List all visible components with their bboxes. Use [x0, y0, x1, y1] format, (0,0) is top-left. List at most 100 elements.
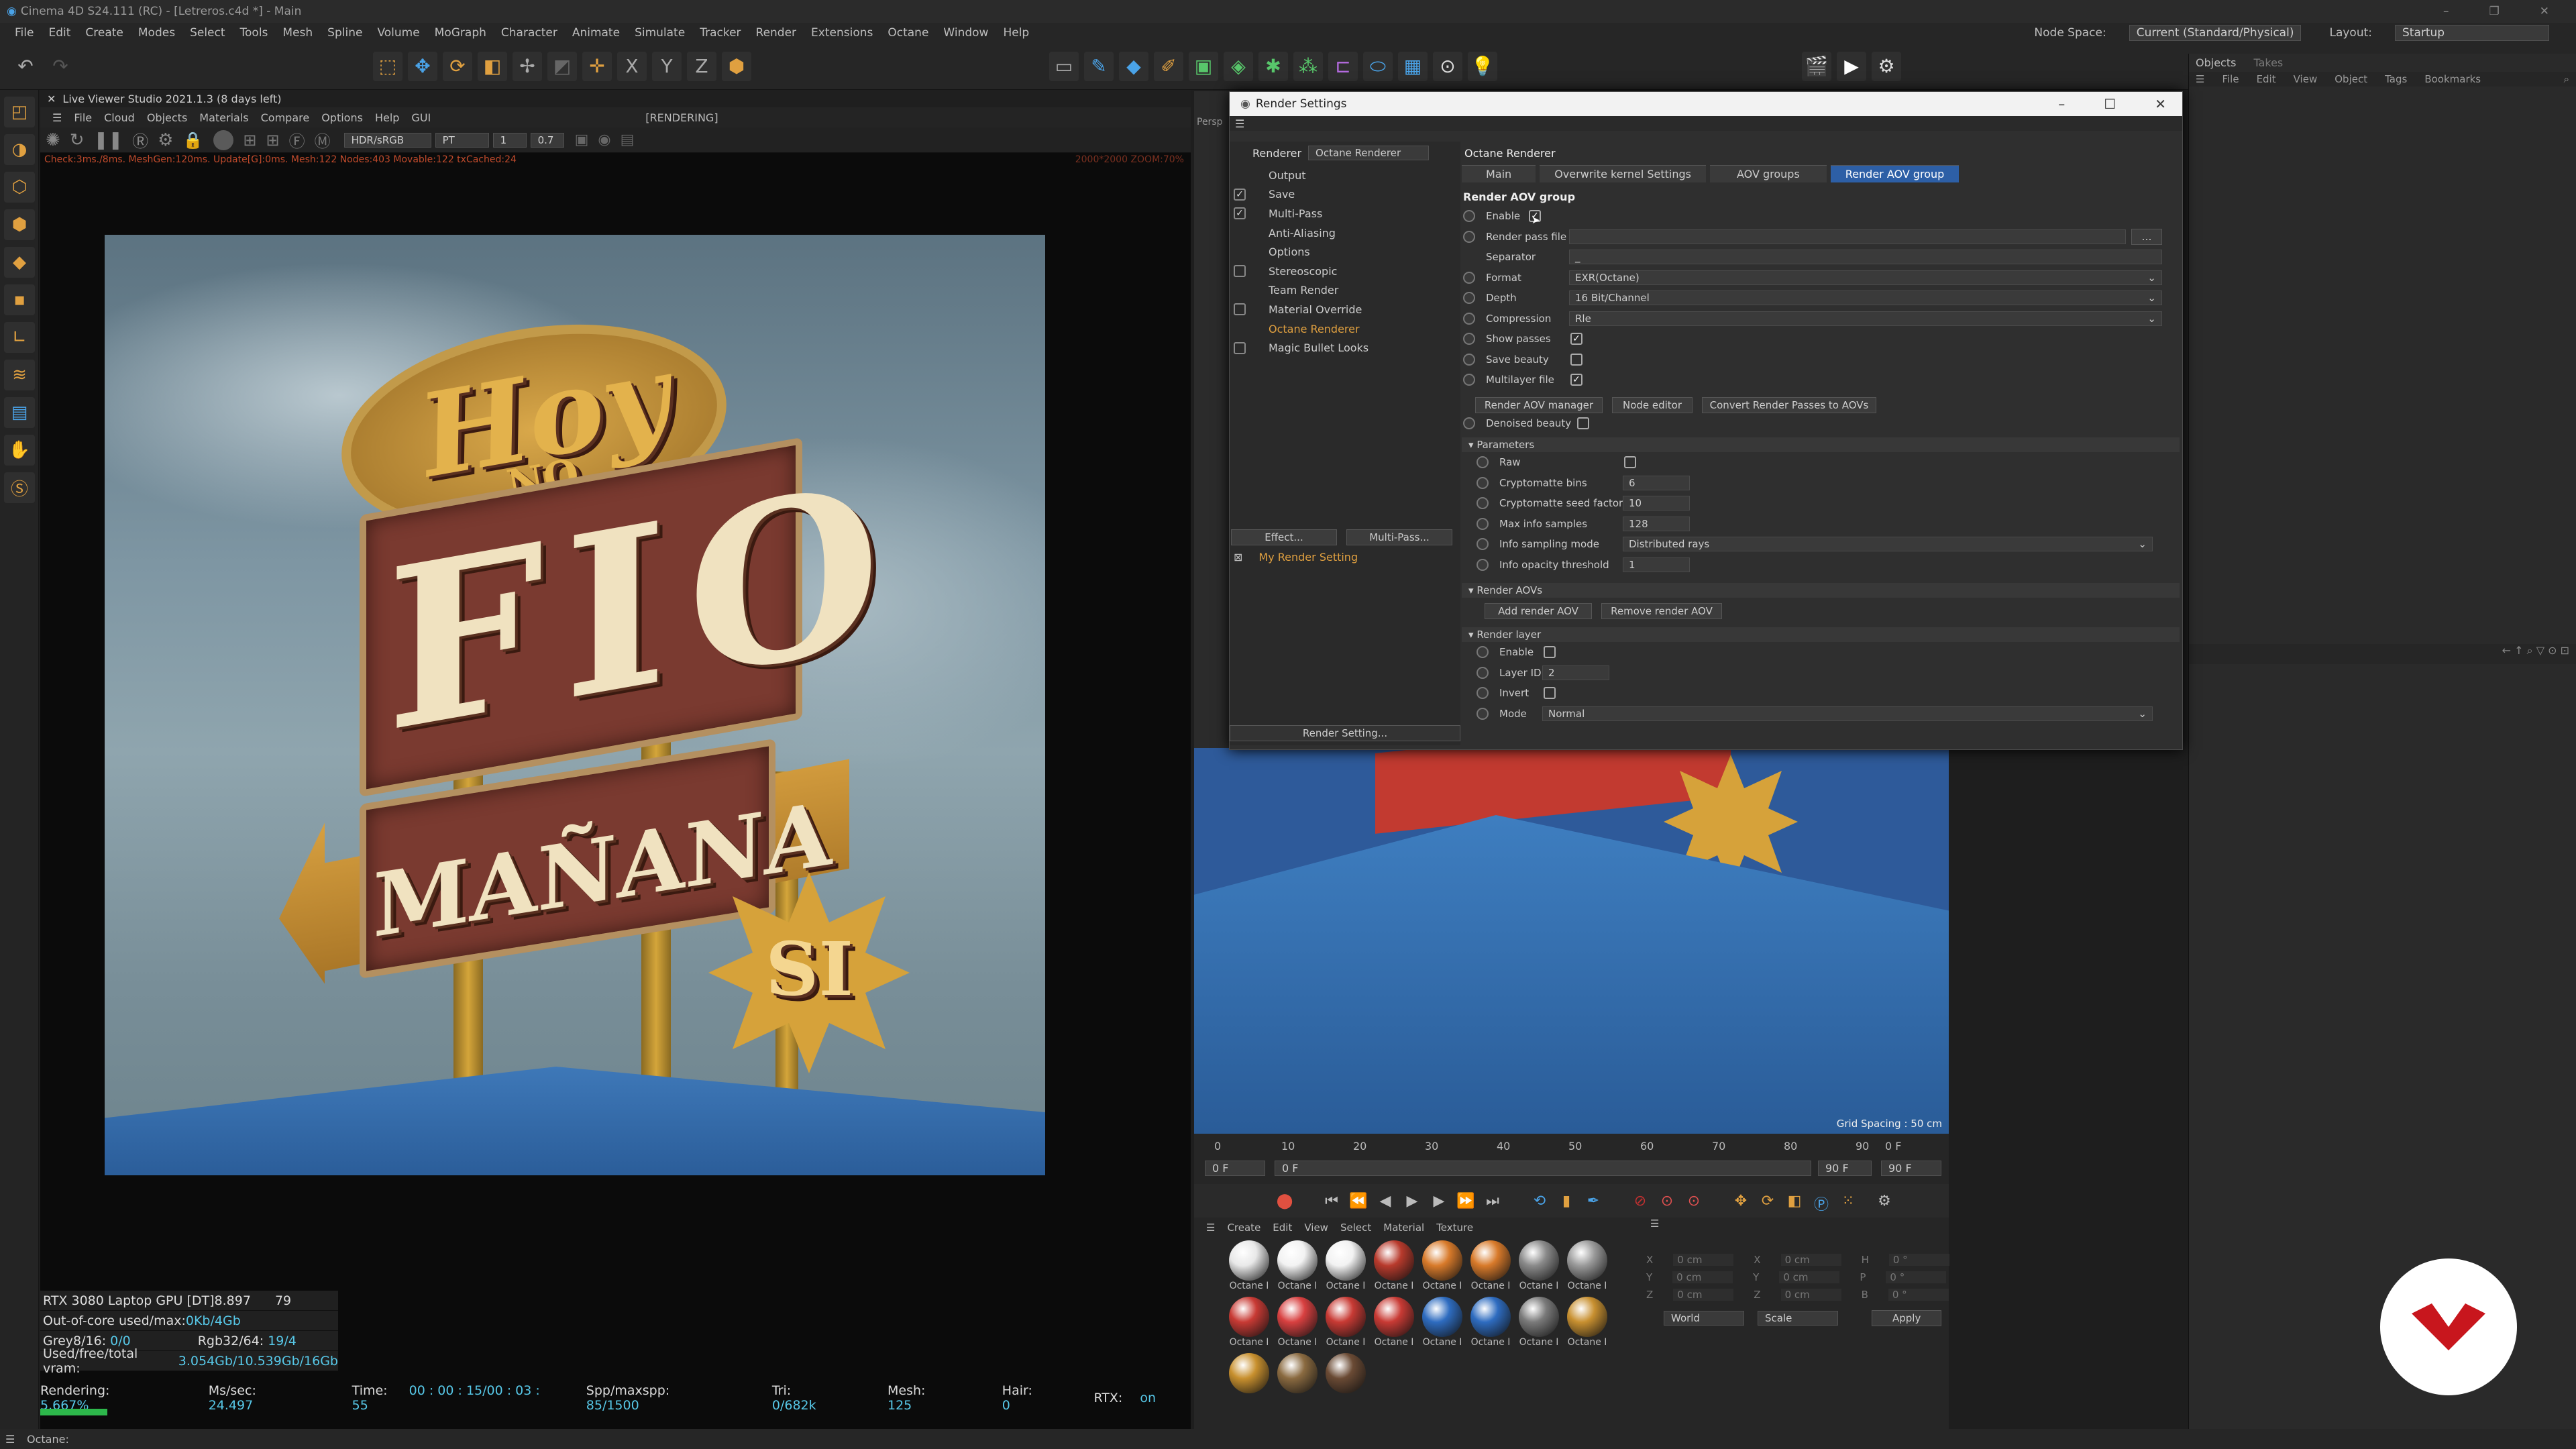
tree-item[interactable]: Team Render	[1230, 281, 1460, 301]
undo-icon[interactable]: ↶	[11, 52, 40, 81]
animate-dot-icon[interactable]	[1463, 230, 1475, 243]
renderer-select[interactable]: Octane Renderer	[1308, 146, 1430, 160]
hamburger-icon[interactable]: ☰	[1650, 1218, 1659, 1230]
hamburger-icon[interactable]: ☰	[52, 111, 62, 124]
material-swatch[interactable]: Octane I	[1517, 1297, 1561, 1348]
sculpt-icon[interactable]: Ⓢ	[4, 472, 35, 503]
settings-icon[interactable]: ⚙	[158, 130, 173, 150]
uv-mode-icon[interactable]: ▪	[4, 284, 35, 315]
y-axis-icon[interactable]: Y	[652, 51, 682, 81]
layer-id-input[interactable]: 2	[1542, 665, 1609, 680]
coord-value-field[interactable]: 0 °	[1888, 1254, 1949, 1266]
current-frame-field[interactable]: 0 F	[1885, 1140, 1901, 1152]
start-frame-field[interactable]: 0 F	[1205, 1160, 1265, 1176]
scale-key-icon[interactable]: ◧	[1784, 1193, 1805, 1213]
move-icon[interactable]: ✥	[408, 51, 437, 81]
animate-dot-icon[interactable]	[1463, 271, 1475, 284]
save-beauty-checkbox[interactable]	[1570, 353, 1582, 366]
separator-input[interactable]: _	[1569, 250, 2162, 265]
depth-select[interactable]: 16 Bit/Channel ⌄	[1569, 290, 2162, 306]
tree-item[interactable]: Anti-Aliasing	[1230, 223, 1460, 243]
tree-checkbox[interactable]	[1234, 265, 1246, 278]
coord-value-field[interactable]: 0 cm	[1673, 1254, 1734, 1266]
animate-dot-icon[interactable]	[1477, 476, 1489, 489]
coord-value-field[interactable]: 0 cm	[1779, 1271, 1840, 1283]
tree-checkbox[interactable]: ✓	[1234, 207, 1246, 220]
material-icon[interactable]: Ⓜ	[315, 128, 331, 152]
menu-extensions[interactable]: Extensions	[811, 26, 873, 40]
prev-key-icon[interactable]: ⏪	[1348, 1193, 1368, 1213]
axis-mode-icon[interactable]: ∟	[4, 322, 35, 353]
camera-icon[interactable]: ◉	[598, 131, 610, 148]
tab-aov-groups[interactable]: AOV groups	[1709, 165, 1827, 182]
value1-input[interactable]: 1	[492, 132, 527, 148]
subdivision-icon[interactable]: ▣	[1189, 51, 1218, 81]
render-aov-manager-button[interactable]: Render AOV manager	[1475, 396, 1603, 413]
hamburger-icon[interactable]: ☰	[5, 1433, 15, 1446]
key-all-icon[interactable]: ⊙	[1684, 1193, 1704, 1213]
animate-dot-icon[interactable]	[1463, 374, 1475, 386]
lv-menu-objects[interactable]: Objects	[147, 111, 187, 124]
end-frame-field[interactable]: 90 F	[1881, 1160, 1941, 1176]
raw-checkbox[interactable]	[1624, 456, 1636, 469]
export-icon[interactable]: ▤	[621, 131, 635, 148]
focus-icon[interactable]: Ⓕ	[289, 128, 305, 152]
deformer-icon[interactable]: ⊏	[1328, 51, 1358, 81]
lv-menu-file[interactable]: File	[74, 111, 92, 124]
crypto-bins-input[interactable]: 6	[1623, 475, 1690, 490]
layer-enable-checkbox[interactable]	[1544, 646, 1556, 659]
render-pass-file-input[interactable]	[1569, 229, 2126, 244]
tree-item[interactable]: ✓ Save	[1230, 185, 1460, 205]
animate-dot-icon[interactable]	[1477, 666, 1489, 679]
maximize-icon[interactable]: ❐	[2489, 5, 2500, 18]
add-render-aov-button[interactable]: Add render AOV	[1485, 603, 1592, 619]
mode-select[interactable]: Normal ⌄	[1542, 706, 2153, 721]
denoised-checkbox[interactable]	[1577, 417, 1589, 429]
convert-passes-button[interactable]: Convert Render Passes to AOVs	[1702, 396, 1876, 413]
z-axis-icon[interactable]: Z	[687, 51, 716, 81]
animate-dot-icon[interactable]	[1463, 353, 1475, 366]
menu-character[interactable]: Character	[501, 26, 557, 40]
material-swatch[interactable]: Octane I	[1372, 1297, 1416, 1348]
rotate-icon[interactable]: ⟳	[443, 51, 472, 81]
pla-key-icon[interactable]: ⁙	[1838, 1193, 1858, 1213]
coord-value-field[interactable]: 0 cm	[1780, 1254, 1841, 1266]
mat-menu-select[interactable]: Select	[1340, 1222, 1371, 1234]
tree-item[interactable]: ✓ Multi-Pass	[1230, 204, 1460, 223]
param-key-icon[interactable]: Ⓟ	[1811, 1193, 1831, 1214]
move-key-icon[interactable]: ✥	[1731, 1193, 1751, 1213]
coord-value-field[interactable]: 0 cm	[1673, 1289, 1734, 1301]
region-render-icon[interactable]: Ⓡ	[132, 128, 148, 152]
snap-mode-icon[interactable]: ▤	[4, 397, 35, 428]
browse-button[interactable]: …	[2131, 228, 2162, 245]
menu-spline[interactable]: Spline	[327, 26, 362, 40]
obj-menu-edit[interactable]: Edit	[2257, 73, 2276, 85]
color-mode-select[interactable]: HDR/sRGB	[343, 132, 431, 148]
material-swatch[interactable]: Octane I	[1275, 1240, 1320, 1291]
key-selected-icon[interactable]: ⊙	[1657, 1193, 1677, 1213]
light-icon[interactable]: 💡	[1468, 51, 1497, 81]
camera-icon[interactable]: ⊙	[1433, 51, 1462, 81]
menu-tools[interactable]: Tools	[240, 26, 268, 40]
rendered-image[interactable]: Hoy NO FIO MAÑANA SI	[105, 235, 1045, 1175]
axis-icon[interactable]: ✛	[582, 51, 612, 81]
material-swatch[interactable]: Octane I	[1468, 1240, 1513, 1291]
effect-button[interactable]: Effect...	[1231, 529, 1337, 545]
remove-render-aov-button[interactable]: Remove render AOV	[1601, 603, 1722, 619]
obj-menu-file[interactable]: File	[2222, 73, 2239, 85]
x-axis-icon[interactable]: X	[617, 51, 647, 81]
world-select[interactable]: World	[1664, 1311, 1744, 1326]
timeline-ruler[interactable]: 0 10 20 30 40 50 60 70 80 90 0 F	[1194, 1134, 1949, 1158]
loop-icon[interactable]: ⟲	[1529, 1193, 1550, 1213]
coord-value-field[interactable]: 0 cm	[1780, 1289, 1841, 1301]
lv-menu-compare[interactable]: Compare	[261, 111, 310, 124]
animate-dot-icon[interactable]	[1463, 333, 1475, 345]
tab-main[interactable]: Main	[1462, 165, 1536, 182]
menu-modes[interactable]: Modes	[138, 26, 175, 40]
range-end-field[interactable]: 90 F	[1818, 1160, 1872, 1176]
add-icon[interactable]: ⊞	[243, 131, 256, 150]
material-swatch[interactable]: Octane I	[1275, 1297, 1320, 1348]
animate-dot-icon[interactable]	[1477, 687, 1489, 700]
render-settings-icon[interactable]: ⚙	[1872, 51, 1901, 81]
menu-select[interactable]: Select	[190, 26, 225, 40]
